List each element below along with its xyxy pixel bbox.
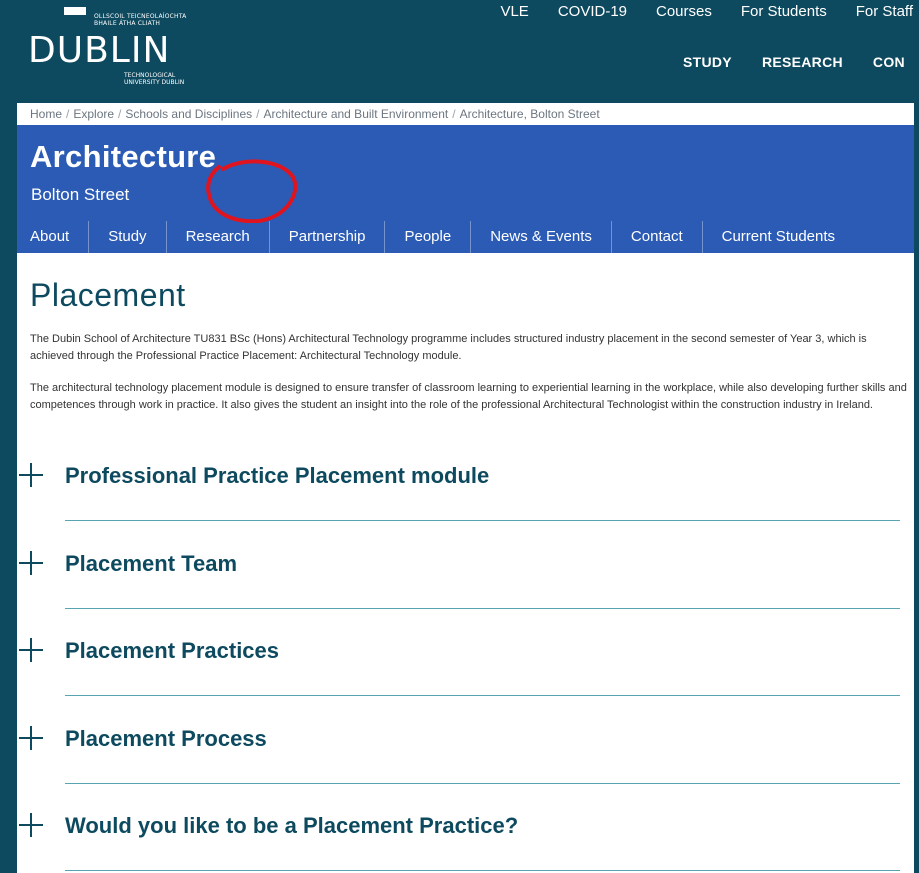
plus-icon[interactable] [19, 550, 43, 575]
utility-link-students[interactable]: For Students [741, 3, 827, 20]
breadcrumb-schools[interactable]: Schools and Disciplines [125, 107, 252, 121]
accordion-title[interactable]: Placement Team [65, 551, 237, 577]
breadcrumb-home[interactable]: Home [30, 107, 62, 121]
accordion-item-team[interactable]: Placement Team [17, 541, 914, 629]
logo-english-text: TECHNOLOGICAL UNIVERSITY DUBLIN [124, 72, 185, 86]
main-nav: STUDY RESEARCH CON [683, 54, 919, 70]
plus-icon[interactable] [19, 725, 43, 750]
school-banner: Architecture Bolton Street About Study R… [17, 125, 914, 253]
section-nav-partnership[interactable]: Partnership [270, 221, 386, 253]
section-nav-research[interactable]: Research [167, 221, 270, 253]
section-nav-people[interactable]: People [385, 221, 472, 253]
red-circle-annotation [206, 159, 298, 223]
utility-link-covid[interactable]: COVID-19 [558, 3, 627, 20]
breadcrumb-separator: / [256, 107, 260, 121]
accordion-item-become-practice[interactable]: Would you like to be a Placement Practic… [17, 803, 914, 873]
main-nav-research[interactable]: RESEARCH [762, 54, 843, 70]
plus-icon[interactable] [19, 813, 43, 837]
accordion-item-practices[interactable]: Placement Practices [17, 628, 914, 716]
section-nav-about[interactable]: About [17, 221, 90, 253]
logo-wordmark: DUBLIN [28, 30, 171, 71]
divider [65, 607, 900, 609]
breadcrumb-separator: / [118, 107, 122, 121]
section-nav: About Study Research Partnership People … [17, 221, 854, 253]
section-nav-news-events[interactable]: News & Events [471, 221, 612, 253]
main-nav-connect[interactable]: CON [873, 54, 905, 70]
divider [65, 782, 900, 784]
accordion-title[interactable]: Would you like to be a Placement Practic… [65, 813, 518, 839]
breadcrumb-explore[interactable]: Explore [73, 107, 114, 121]
banner-subtitle: Bolton Street [31, 185, 130, 204]
banner-title: Architecture [30, 139, 217, 174]
divider [65, 520, 900, 521]
section-nav-study[interactable]: Study [89, 221, 167, 253]
accordion-title[interactable]: Professional Practice Placement module [65, 463, 489, 489]
accordion-item-module[interactable]: Professional Practice Placement module [17, 453, 914, 541]
module-paragraph: The architectural technology placement m… [30, 382, 907, 411]
accordion-title[interactable]: Placement Practices [65, 638, 279, 664]
accordion-title[interactable]: Placement Process [65, 726, 267, 752]
accordion: Professional Practice Placement module P… [17, 453, 914, 873]
intro-paragraph: The Dubin School of Architecture TU831 B… [30, 333, 867, 362]
accordion-item-process[interactable]: Placement Process [17, 716, 914, 804]
breadcrumb-architecture-built-env[interactable]: Architecture and Built Environment [263, 107, 448, 121]
section-nav-contact[interactable]: Contact [612, 221, 703, 253]
main-nav-study[interactable]: STUDY [683, 54, 732, 70]
utility-link-vle[interactable]: VLE [500, 3, 528, 20]
breadcrumb: Home / Explore / Schools and Disciplines / Arc… [17, 103, 914, 125]
utility-nav: VLE COVID-19 Courses For Students For St… [471, 3, 913, 20]
logo-irish-text: OLLSCOIL TEICNEOLAÍOCHTA BHAILE ÁTHA CLI… [94, 13, 187, 27]
site-header: OLLSCOIL TEICNEOLAÍOCHTA BHAILE ÁTHA CLI… [0, 0, 919, 100]
divider [65, 695, 900, 696]
plus-icon[interactable] [19, 638, 43, 662]
divider [65, 870, 900, 871]
breadcrumb-separator: / [452, 107, 456, 121]
breadcrumb-current[interactable]: Architecture, Bolton Street [460, 107, 600, 121]
content-card: Home / Explore / Schools and Disciplines / Arc… [17, 103, 914, 873]
tu-dublin-logo[interactable]: OLLSCOIL TEICNEOLAÍOCHTA BHAILE ÁTHA CLI… [28, 5, 198, 89]
utility-link-staff[interactable]: For Staff [856, 3, 913, 20]
page-title: Placement [30, 277, 186, 313]
section-nav-current-students[interactable]: Current Students [703, 221, 854, 253]
utility-link-courses[interactable]: Courses [656, 3, 712, 20]
plus-icon[interactable] [19, 463, 43, 487]
logo-t-bar [64, 7, 86, 15]
breadcrumb-separator: / [66, 107, 70, 121]
